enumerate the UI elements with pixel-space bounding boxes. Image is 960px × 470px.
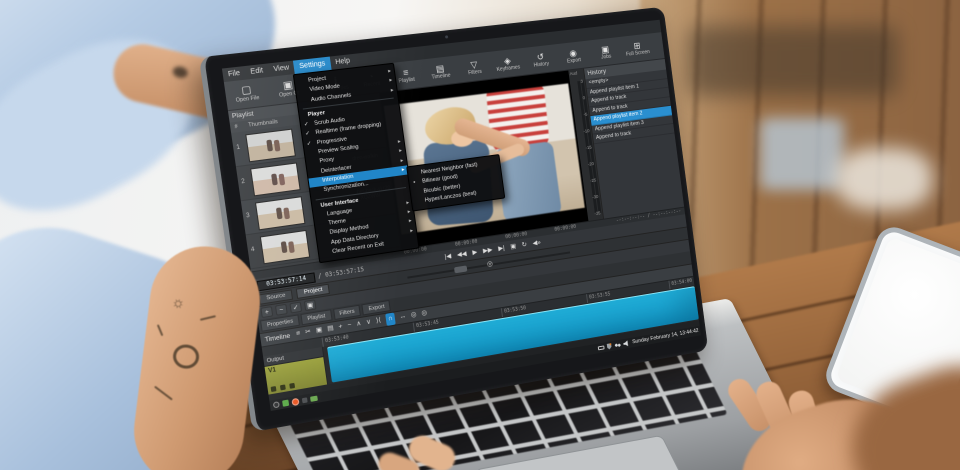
webcam-dot — [444, 35, 448, 39]
toolbar-button[interactable]: ◉ Export — [556, 46, 590, 65]
timeline-tool-button[interactable]: ✂ — [304, 326, 312, 339]
open-file-button[interactable]: ▢ Open File — [225, 82, 269, 104]
line-tattoo — [199, 315, 216, 321]
white-cloth-blur — [836, 148, 932, 210]
desktop-icon[interactable] — [301, 396, 308, 403]
timeline-tool-button[interactable]: ∧ — [356, 318, 362, 331]
timeline-tool-button[interactable]: ◎ — [421, 307, 428, 320]
timeline-tool-button[interactable]: ∨ — [365, 316, 372, 329]
zoom-slider-handle[interactable] — [453, 265, 468, 274]
tattoo-mark — [171, 65, 189, 80]
panel-tool-button[interactable]: ✓ — [289, 301, 303, 314]
circle-tattoo — [171, 343, 201, 371]
line-tattoo — [154, 385, 173, 401]
transport-button[interactable]: ▣ — [510, 240, 517, 253]
lock-icon[interactable] — [270, 386, 277, 393]
clip-thumbnail[interactable] — [254, 196, 306, 231]
toolbar-button[interactable]: ◈ Keyframes — [490, 53, 525, 73]
update-shield-icon[interactable] — [606, 343, 611, 350]
shelf-blur — [688, 26, 898, 96]
timeline-tool-button[interactable]: ◎ — [410, 309, 417, 322]
toolbar-button[interactable]: ▤ Timeline — [422, 61, 458, 81]
timeline-tool-button[interactable]: + — [338, 321, 344, 334]
volume-icon[interactable] — [623, 340, 628, 347]
transport-button[interactable]: ▶▶ — [482, 244, 493, 257]
transport-button[interactable]: ◀◀ — [456, 248, 467, 261]
timeline-tool-button[interactable]: ≡ — [295, 328, 301, 341]
app-launcher-icon[interactable] — [282, 399, 290, 407]
laptop-screen: File Edit View Settings Help ▢ Open File ▣ O… — [221, 19, 701, 411]
toolbar-button[interactable]: ↺ History — [523, 50, 558, 70]
toolbar-button[interactable]: ▣ Jobs — [588, 42, 622, 61]
panel-tool-button[interactable]: + — [260, 306, 274, 319]
sun-eye-tattoo: ☼ — [169, 292, 188, 313]
mute-icon[interactable] — [279, 384, 286, 391]
panel-tool-button[interactable]: ▣ — [303, 299, 317, 312]
start-menu-icon[interactable] — [272, 401, 280, 409]
battery-icon[interactable] — [597, 345, 605, 351]
blue-box-blur — [760, 118, 844, 190]
clip-thumbnail[interactable] — [250, 162, 301, 197]
clip-thumbnail[interactable] — [259, 229, 311, 265]
timeline-tool-button[interactable]: − — [347, 320, 353, 333]
transport-button[interactable]: |◀ — [444, 250, 452, 263]
transport-button[interactable]: ▶ — [472, 246, 478, 259]
users-icon[interactable] — [613, 342, 621, 349]
photo-scene: File Edit View Settings Help ▢ Open File ▣ O… — [0, 0, 960, 470]
transport-button[interactable]: ▶| — [497, 242, 505, 255]
timeline-tool-button[interactable]: ⟩⟨ — [375, 315, 382, 328]
transport-button[interactable]: ↻ — [521, 239, 528, 252]
notification-dot — [609, 342, 612, 345]
hide-icon[interactable] — [289, 382, 296, 389]
clip-thumbnail[interactable] — [245, 128, 296, 163]
file-manager-icon[interactable] — [309, 395, 318, 402]
toolbar-button[interactable]: ⊞ Full Screen — [620, 39, 654, 58]
ubuntu-icon[interactable] — [291, 397, 300, 406]
transport-button[interactable]: ◀» — [532, 237, 542, 250]
toolbar-button[interactable]: ▽ Filters — [456, 57, 492, 77]
line-tattoo — [156, 324, 164, 337]
panel-tool-button[interactable]: − — [274, 303, 288, 316]
